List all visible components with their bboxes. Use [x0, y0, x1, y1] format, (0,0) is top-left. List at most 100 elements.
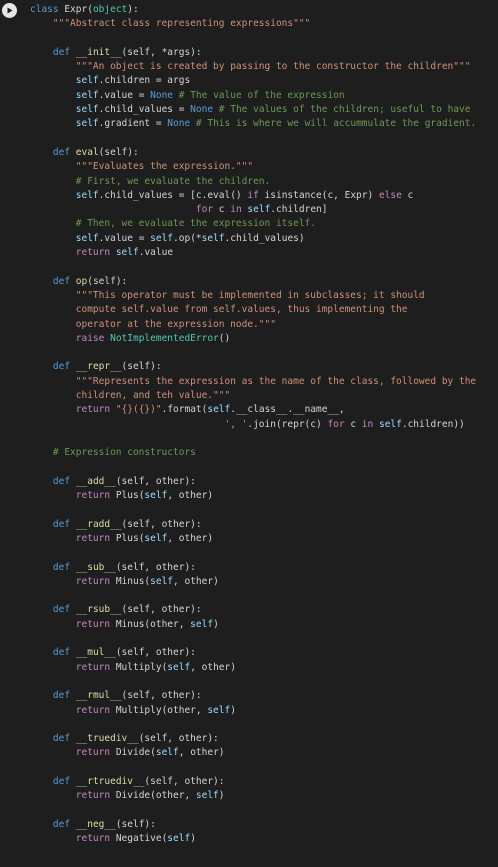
code-line: def eval(self): — [30, 146, 476, 160]
code-token-self: self — [115, 247, 139, 259]
code-token-defname: __repr__ — [75, 361, 122, 373]
code-line: raise NotImplementedError() — [30, 332, 476, 346]
code-token-ctrl: in — [230, 204, 242, 216]
code-line: return Negative(self) — [30, 832, 476, 846]
code-token-defname: __truediv__ — [75, 733, 139, 745]
code-token-plain: c — [213, 204, 231, 216]
code-token-self: self — [207, 704, 231, 716]
code-token-self: self — [247, 204, 271, 216]
code-token-defname: __init__ — [75, 46, 122, 58]
code-line: def __neg__(self): — [30, 818, 476, 832]
code-token-plain: .op(* — [173, 232, 202, 244]
code-line: return Minus(other, self) — [30, 618, 476, 632]
run-cell-button[interactable] — [2, 3, 17, 18]
code-token-plain: Minus(other, — [110, 618, 191, 630]
code-token-self: self — [167, 661, 191, 673]
code-line: self.value = self.op(*self.child_values) — [30, 232, 476, 246]
code-token-ctrl: return — [75, 247, 111, 259]
code-line: def __mul__(self, other): — [30, 646, 476, 660]
code-token-plain: ) — [190, 833, 196, 845]
code-line: return Multiply(other, self) — [30, 704, 476, 718]
code-token-ctrl: for — [195, 204, 214, 216]
code-token-self: self — [75, 75, 99, 87]
code-cell[interactable]: class Expr(object): """Abstract class re… — [0, 0, 498, 867]
code-token-comment: # Expression constructors — [52, 447, 196, 459]
code-line: self.child_values = None # The values of… — [30, 103, 476, 117]
code-line: class Expr(object): — [30, 3, 476, 17]
code-token-ctrl: return — [75, 661, 111, 673]
code-token-keyword: def — [52, 46, 76, 58]
code-token-plain: (self): — [87, 275, 128, 287]
code-token-plain: , other) — [190, 661, 236, 673]
code-token-self: self — [201, 232, 225, 244]
code-token-self: self — [75, 232, 99, 244]
code-line: def __rsub__(self, other): — [30, 603, 476, 617]
code-line: for c in self.children] — [30, 203, 476, 217]
code-token-comment: # First, we evaluate the children. — [75, 175, 271, 187]
code-token-plain: (self, other): — [144, 776, 225, 788]
code-token-plain: (self, *args): — [121, 46, 202, 58]
code-editor[interactable]: class Expr(object): """Abstract class re… — [30, 3, 476, 847]
code-token-plain: ) — [213, 618, 219, 630]
code-token-defname: __rtruediv__ — [75, 776, 145, 788]
code-line: return Plus(self, other) — [30, 532, 476, 546]
code-token-ctrl: raise — [75, 332, 105, 344]
code-token-plain: .children)) — [401, 418, 465, 430]
code-token-string: """An object is created by passing to th… — [75, 61, 471, 73]
code-line: return Divide(other, self) — [30, 789, 476, 803]
code-token-plain: .join(repr(c) — [247, 418, 328, 430]
code-token-const: None — [190, 104, 214, 116]
code-token-keyword: def — [52, 146, 76, 158]
code-token-ctrl: return — [75, 404, 111, 416]
code-line: operator at the expression node.""" — [30, 318, 476, 332]
code-token-string: ', ' — [224, 418, 248, 430]
code-token-keyword: def — [52, 518, 76, 530]
code-line: self.child_values = [c.eval() if isinsta… — [30, 189, 476, 203]
code-token-self: self — [207, 404, 231, 416]
code-token-keyword: def — [52, 647, 76, 659]
code-token-plain: .child_values) — [224, 232, 305, 244]
code-line: return Plus(self, other) — [30, 489, 476, 503]
code-token-self: self — [150, 575, 174, 587]
code-line: return Divide(self, other) — [30, 746, 476, 760]
code-line: # Then, we evaluate the expression itsel… — [30, 217, 476, 231]
code-token-self: self — [378, 418, 402, 430]
code-line: ', '.join(repr(c) for c in self.children… — [30, 418, 476, 432]
code-line: """An object is created by passing to th… — [30, 60, 476, 74]
code-line: compute self.value from self.values, thu… — [30, 303, 476, 317]
code-token-keyword: def — [52, 690, 76, 702]
code-token-ctrl: return — [75, 833, 111, 845]
code-token-ctrl: return — [75, 575, 111, 587]
code-line: def op(self): — [30, 275, 476, 289]
code-token-keyword: def — [52, 475, 76, 487]
code-line: def __rtruediv__(self, other): — [30, 775, 476, 789]
code-line: def __rmul__(self, other): — [30, 689, 476, 703]
code-token-builtin: object — [92, 4, 128, 15]
code-token-ctrl: return — [75, 490, 111, 502]
